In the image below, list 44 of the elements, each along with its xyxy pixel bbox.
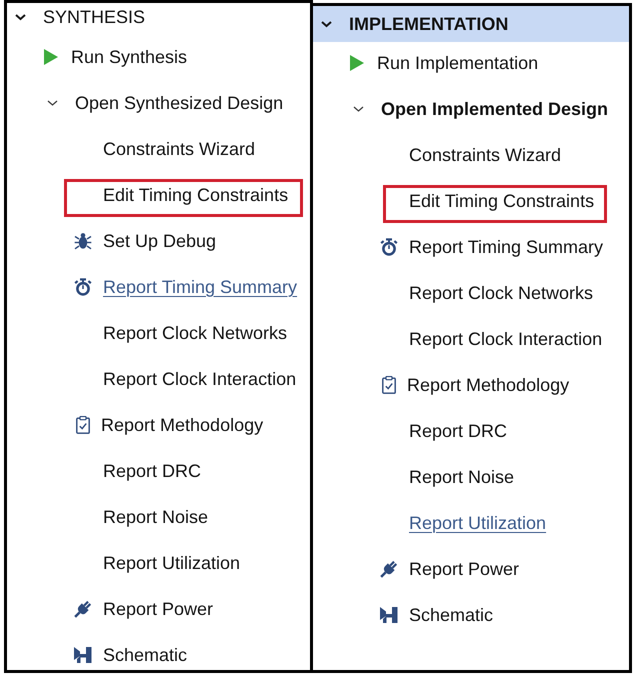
tree-item[interactable]: Report DRC <box>409 417 508 445</box>
plug-icon <box>380 560 398 578</box>
tree-item[interactable]: Run Synthesis <box>44 43 188 71</box>
plug-icon <box>74 600 92 618</box>
chevron-down-icon[interactable] <box>15 14 26 20</box>
section-header[interactable]: IMPLEMENTATION <box>313 6 629 42</box>
play-icon <box>350 55 364 71</box>
tree-item[interactable]: Report Methodology <box>74 411 264 439</box>
stopwatch-icon <box>380 238 398 256</box>
tree-item[interactable]: Report Timing Summary <box>74 273 298 301</box>
play-icon <box>44 49 58 65</box>
stopwatch-icon <box>74 278 92 296</box>
tree-item[interactable]: Constraints Wizard <box>103 135 256 163</box>
tree-item[interactable]: Report Power <box>74 595 214 623</box>
tree-item[interactable]: Report Timing Summary <box>380 233 604 261</box>
clipboard-check-icon <box>382 376 396 394</box>
chevron-down-icon[interactable] <box>47 100 58 106</box>
tree-item[interactable]: Schematic <box>74 641 188 669</box>
tree-item[interactable]: Constraints Wizard <box>409 141 562 169</box>
tree-item[interactable]: Report Methodology <box>380 371 570 399</box>
tree-item[interactable]: Set Up Debug <box>74 227 216 255</box>
tree-item[interactable]: Report Noise <box>409 463 514 491</box>
tree-item[interactable]: Report Clock Networks <box>103 319 288 347</box>
tree-item[interactable]: Report DRC <box>103 457 202 485</box>
tree-item[interactable]: Report Utilization <box>103 549 240 577</box>
tree-item[interactable]: Report Power <box>380 555 520 583</box>
tree-item[interactable]: Open Synthesized Design <box>47 89 284 117</box>
tree-item[interactable]: Run Implementation <box>350 49 538 77</box>
clipboard-check-icon <box>76 416 90 434</box>
chevron-down-icon[interactable] <box>321 21 332 27</box>
tree-item[interactable]: Open Implemented Design <box>353 95 608 123</box>
tree-item[interactable]: Schematic <box>380 601 494 629</box>
tree-item[interactable]: Edit Timing Constraints <box>103 181 288 209</box>
tree-item[interactable]: Edit Timing Constraints <box>409 187 594 215</box>
tree-item[interactable]: Report Clock Networks <box>409 279 594 307</box>
schematic-icon <box>74 646 92 664</box>
tree-item[interactable]: Report Clock Interaction <box>103 365 296 393</box>
chevron-down-icon[interactable] <box>353 106 364 112</box>
schematic-icon <box>380 606 398 624</box>
tree-item[interactable]: Report Utilization <box>409 509 546 537</box>
tree-item[interactable]: Report Noise <box>103 503 208 531</box>
tree-item[interactable]: Report Clock Interaction <box>409 325 602 353</box>
section-header[interactable]: SYNTHESIS <box>7 3 310 31</box>
bug-icon <box>74 232 92 250</box>
